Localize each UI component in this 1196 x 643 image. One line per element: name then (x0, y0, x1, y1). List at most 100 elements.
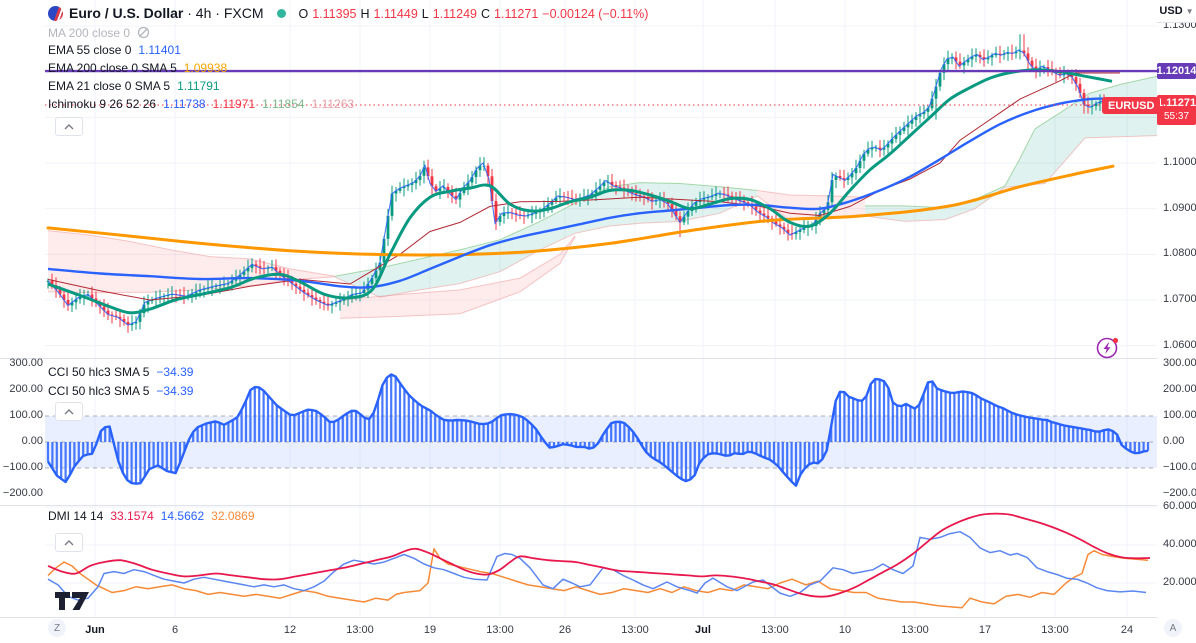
indicator-legend-ma200[interactable]: MA 200 close 0 (48, 26, 150, 43)
market-status-icon[interactable] (277, 9, 287, 18)
ichimoku-values: 1.11738 1.11971 1.11854 1.11263 (156, 97, 354, 111)
ichimoku-value: 1.11854 (262, 97, 305, 111)
ma200-label: MA 200 close 0 (48, 26, 131, 40)
ichimoku-label: Ichimoku 9 26 52 26 (48, 97, 157, 111)
cci-label-1: CCI 50 hlc3 SMA 5 (48, 365, 150, 379)
ichimoku-value: 1.11971 (212, 97, 256, 111)
cci-pane-collapse-button[interactable] (55, 402, 83, 421)
price-axis-label: 1.08000 (1163, 247, 1196, 260)
cci-left-axis-label: 200.00 (9, 383, 43, 395)
dmi-pane-collapse-button[interactable] (55, 533, 83, 552)
price-axis-label: 1.06000 (1163, 338, 1196, 351)
ema21-label: EMA 21 close 0 SMA 5 (48, 79, 171, 93)
time-axis-label: 13:00 (346, 624, 374, 636)
ohlc-values: O 1.11395 H 1.11449 L 1.11249 C 1.11271 (298, 7, 542, 21)
indicator-legend-ema200[interactable]: EMA 200 close 0 SMA 5 1.09938 (48, 61, 227, 76)
ohlc-item: C 1.11271 (481, 7, 539, 21)
cci-left-axis-label: 100.00 (9, 409, 43, 421)
horizontal-line-price-label: 1.12014 (1156, 63, 1196, 79)
symbol-legend-row[interactable]: Euro / U.S. Dollar · 4h · FXCM O 1.11395 H 1… (48, 6, 648, 22)
time-axis-label: 26 (558, 624, 572, 636)
chevron-down-icon: ▼ (1185, 6, 1194, 16)
timezone-badge[interactable]: Z (48, 619, 66, 637)
indicator-legend-ema55[interactable]: EMA 55 close 0 1.11401 (48, 43, 181, 58)
chevron-up-icon (64, 539, 74, 545)
cci-left-axis-label: 300.00 (9, 357, 43, 369)
cci-left-axis-label: −100.00 (2, 461, 43, 473)
auto-scale-badge[interactable]: A (1164, 619, 1182, 637)
price-change: −0.00124 (−0.11%) (542, 7, 649, 21)
indicator-legend-ichimoku[interactable]: Ichimoku 9 26 52 26 1.11738 1.11971 1.11854… (48, 97, 354, 112)
price-axis-label: 1.07000 (1163, 292, 1196, 305)
last-price-symbol-tag: EURUSD (1102, 97, 1161, 114)
ema200-label: EMA 200 close 0 SMA 5 (48, 61, 177, 75)
ema21-value: 1.11791 (177, 79, 220, 93)
time-axis-label: 6 (171, 624, 179, 636)
visibility-off-icon[interactable] (137, 26, 150, 43)
ohlc-item: L 1.11249 (421, 7, 477, 21)
ema55-label: EMA 55 close 0 (48, 43, 132, 57)
time-axis-label: 12 (283, 624, 297, 636)
lightning-alert-icon[interactable] (1095, 334, 1121, 360)
last-price-label: 1.11271 55:37 (1157, 95, 1196, 125)
dmi-axis-label: 20.0000 (1163, 576, 1196, 588)
time-axis-label: 24 (1120, 624, 1134, 636)
cci-axis-label: 0.00 (1163, 435, 1185, 447)
symbol-meta[interactable]: · 4h · FXCM (183, 5, 263, 21)
time-axis-label: 13:00 (761, 624, 789, 636)
cci-legend-row-2[interactable]: CCI 50 hlc3 SMA 5 −34.39 (48, 384, 193, 399)
cci-left-axis-label: −200.00 (2, 487, 43, 499)
time-axis-label: 10 (838, 624, 852, 636)
symbol-title[interactable]: Euro / U.S. Dollar (69, 5, 183, 21)
cci-left-axis-label: 0.00 (21, 435, 43, 447)
cci-value-2: −34.39 (156, 384, 194, 398)
dmi-value: 14.5662 (160, 509, 205, 523)
main-pane-collapse-button[interactable] (55, 117, 83, 136)
ohlc-item: H 1.11449 (360, 7, 418, 21)
cci-legend-row-1[interactable]: CCI 50 hlc3 SMA 5 −34.39 (48, 365, 193, 380)
currency-label: USD (1159, 5, 1183, 17)
bar-countdown: 55:37 (1163, 111, 1190, 122)
ema200-value: 1.09938 (183, 61, 228, 75)
symbol-tag-text: EURUSD (1108, 99, 1155, 112)
dmi-value: 33.1574 (110, 509, 154, 523)
cci-value-1: −34.39 (156, 365, 194, 379)
cci-label-2: CCI 50 hlc3 SMA 5 (48, 384, 150, 398)
cci-axis-label: −100.00 (1163, 461, 1196, 473)
tradingview-logo[interactable] (54, 590, 92, 617)
dmi-values: 33.1574 14.5662 32.0869 (103, 509, 254, 523)
ichimoku-value: 1.11738 (163, 97, 206, 111)
dmi-axis-label: 60.0000 (1163, 500, 1196, 512)
time-axis-label: 13:00 (486, 624, 514, 636)
time-axis-label: 17 (978, 624, 992, 636)
chevron-up-icon (64, 408, 74, 414)
time-axis-label: 13:00 (901, 624, 929, 636)
cci-axis-label: 300.00 (1163, 357, 1196, 369)
time-axis-label: 13:00 (1041, 624, 1069, 636)
dmi-legend-row[interactable]: DMI 14 14 33.1574 14.5662 32.0869 (48, 509, 255, 524)
time-axis-label: 13:00 (621, 624, 649, 636)
dmi-value: 32.0869 (211, 509, 255, 523)
dmi-label: DMI 14 14 (48, 509, 104, 523)
last-price-value: 1.11271 (1156, 97, 1196, 109)
cci-axis-label: 100.00 (1163, 409, 1196, 421)
symbol-logo-icon (48, 6, 63, 21)
candle-body (494, 201, 498, 222)
tradingview-chart-window: Euro / U.S. Dollar · 4h · FXCM O 1.11395 H 1… (0, 0, 1196, 643)
time-axis-label: Jul (695, 624, 711, 636)
cci-axis-label: 200.00 (1163, 383, 1196, 395)
price-axis-label: 1.10000 (1163, 156, 1196, 168)
price-axis[interactable]: USD ▼ 1.130001.100001.090001.080001.0700… (1157, 0, 1196, 643)
time-axis-label: Jun (85, 624, 105, 636)
ohlc-item: O 1.11395 (298, 7, 357, 21)
chevron-up-icon (64, 123, 74, 129)
price-axis-label: 1.09000 (1163, 201, 1196, 214)
cci-axis-label: −200.00 (1163, 487, 1196, 499)
dmi-axis-label: 40.0000 (1163, 538, 1196, 550)
indicator-legend-ema21[interactable]: EMA 21 close 0 SMA 5 1.11791 (48, 79, 220, 94)
currency-selector[interactable]: USD ▼ (1157, 0, 1196, 23)
ichimoku-value: 1.11263 (311, 97, 355, 111)
time-axis-label: 19 (423, 624, 437, 636)
ema55-value: 1.11401 (138, 43, 181, 57)
ichimoku-cloud (865, 185, 1005, 222)
